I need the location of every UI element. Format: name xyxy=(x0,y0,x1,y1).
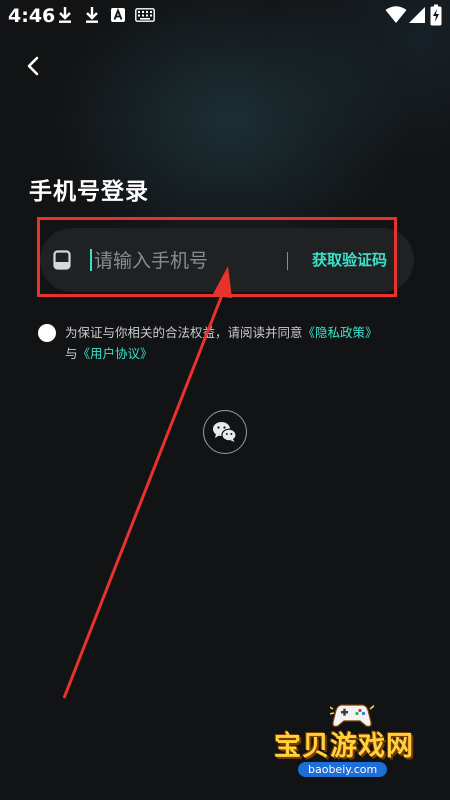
watermark-logo: 宝贝游戏网 baobeiy.com xyxy=(272,700,442,790)
annotation-arrow xyxy=(62,266,232,699)
watermark-title: 宝贝游戏网 xyxy=(274,731,414,762)
watermark-url: baobeiy.com xyxy=(298,762,388,777)
